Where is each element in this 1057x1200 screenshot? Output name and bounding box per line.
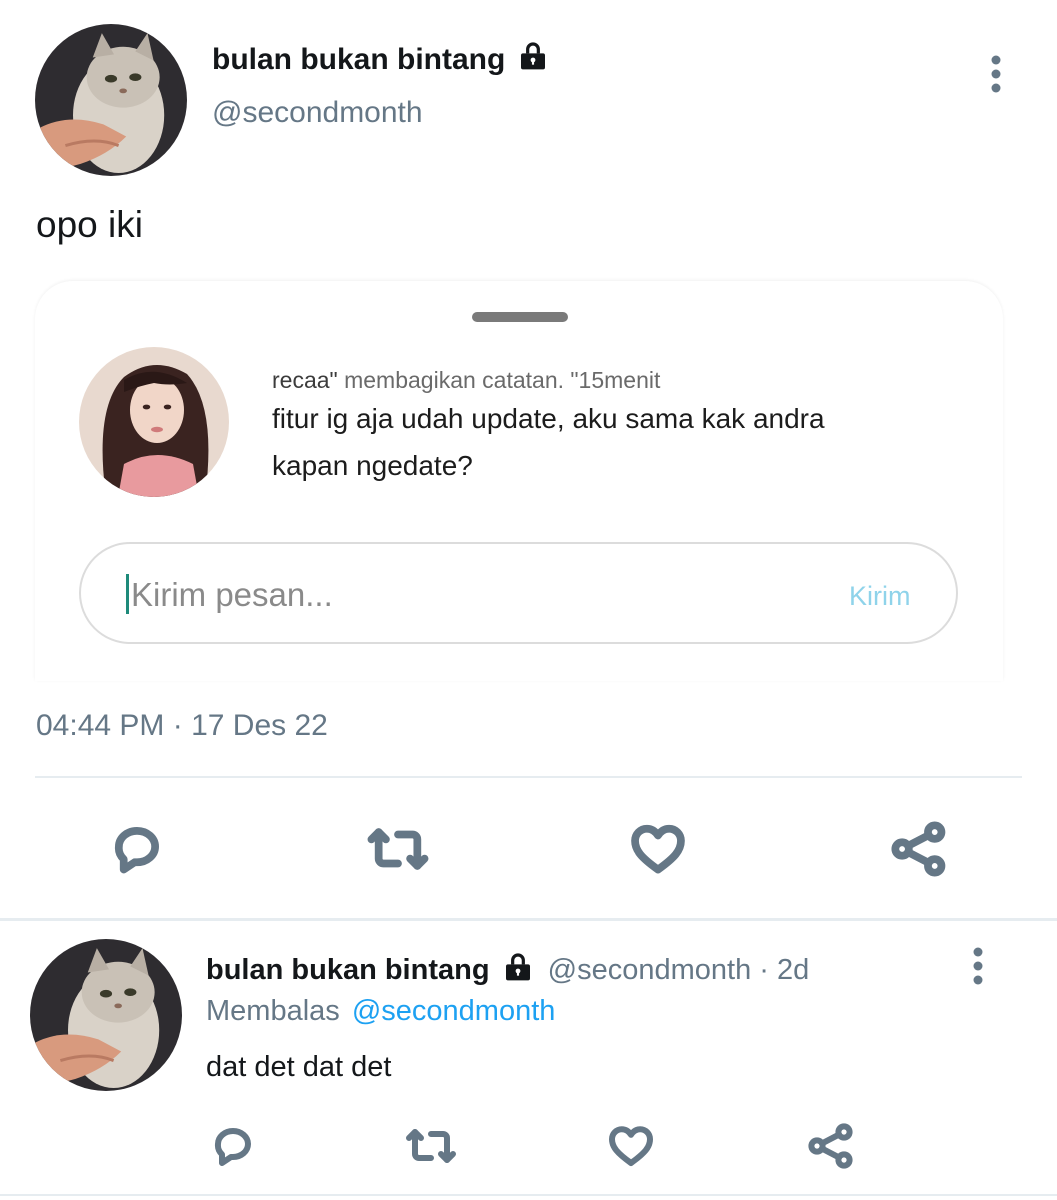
replying-to-mention[interactable]: @secondmonth <box>352 995 556 1027</box>
note-header: recaa" membagikan catatan. "15menit <box>272 366 660 394</box>
lock-icon <box>517 40 549 72</box>
replying-label: Membalas <box>206 995 340 1027</box>
author-display-name[interactable]: bulan bukan bintang <box>212 42 505 78</box>
more-vertical-icon[interactable] <box>966 946 990 986</box>
retweet-icon[interactable] <box>366 820 430 878</box>
divider <box>0 1194 1057 1196</box>
tweet-timestamp[interactable]: 04:44 PM · 17 Des 22 <box>36 708 328 744</box>
reply-handle[interactable]: @secondmonth <box>548 954 752 986</box>
sheet-drag-handle <box>472 312 568 322</box>
share-icon[interactable] <box>890 820 948 878</box>
message-input-placeholder[interactable]: Kirim pesan... <box>131 575 333 615</box>
lock-icon <box>502 951 534 983</box>
text-caret <box>126 574 129 614</box>
reply-age: · 2d <box>759 954 810 986</box>
comment-icon[interactable] <box>108 820 166 878</box>
note-action-text: membagikan catatan. "15menit <box>344 367 661 393</box>
more-vertical-icon[interactable] <box>984 54 1008 94</box>
divider <box>35 776 1022 778</box>
divider <box>0 918 1057 921</box>
heart-icon[interactable] <box>607 1122 655 1170</box>
tweet-text: opo iki <box>36 204 143 245</box>
note-sender-avatar <box>79 347 229 497</box>
author-avatar[interactable] <box>35 24 187 176</box>
note-text-line-1: fitur ig aja udah update, aku sama kak a… <box>272 403 825 434</box>
comment-icon[interactable] <box>209 1122 257 1170</box>
note-text-line-2: kapan ngedate? <box>272 450 473 481</box>
reply-text: dat det dat det <box>206 1051 392 1083</box>
replying-to-line: Membalas @secondmonth <box>206 993 555 1029</box>
author-handle[interactable]: @secondmonth <box>212 95 423 131</box>
reply-header: bulan bukan bintang @secondmonth · 2d <box>206 951 809 988</box>
reply-author-avatar[interactable] <box>30 939 182 1091</box>
share-icon[interactable] <box>807 1122 855 1170</box>
note-sender-name: recaa" <box>272 367 338 393</box>
heart-icon[interactable] <box>629 820 687 878</box>
reply-display-name[interactable]: bulan bukan bintang <box>206 954 490 986</box>
retweet-icon[interactable] <box>404 1122 458 1170</box>
send-button[interactable]: Kirim <box>849 580 911 612</box>
